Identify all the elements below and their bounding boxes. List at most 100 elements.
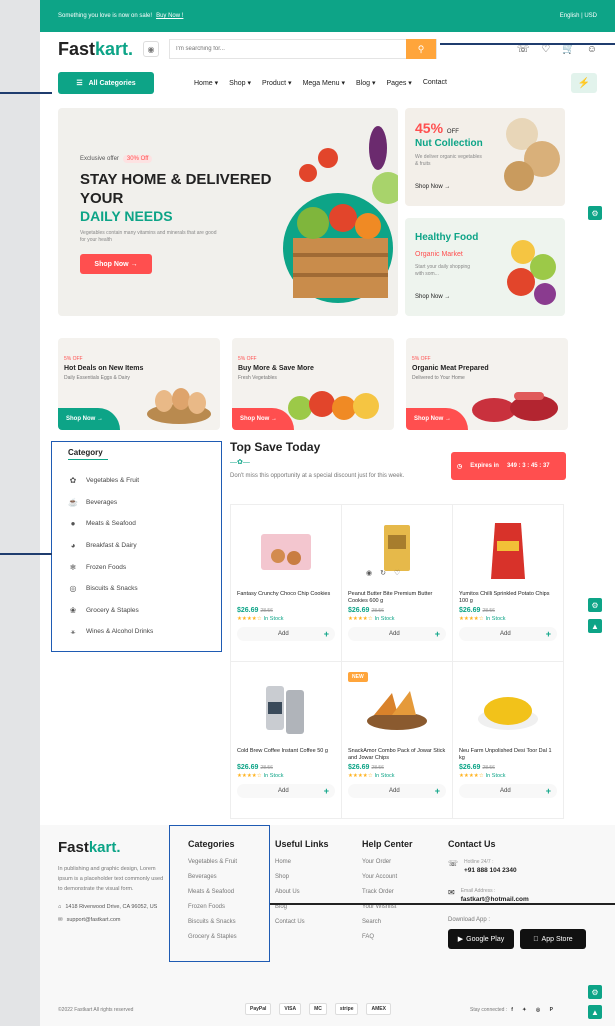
footer-help-link[interactable]: Track Order: [362, 889, 413, 904]
footer-help-link[interactable]: Your Order: [362, 859, 413, 874]
product-card[interactable]: ◉ ↻ ♡ Peanut Butter Bite Premium Butter Co…: [342, 505, 452, 661]
nav-contact[interactable]: Contact: [423, 79, 447, 87]
buy-more-banner[interactable]: 5% OFF Buy More & Save More Fresh Vegeta…: [232, 338, 394, 430]
footer-link[interactable]: Blog: [275, 904, 329, 919]
nut-collection-banner[interactable]: 45% OFF Nut Collection We deliver organi…: [405, 108, 565, 206]
nav-home[interactable]: Home ▾: [194, 79, 218, 87]
compare-icon[interactable]: ↻: [380, 569, 386, 577]
add-to-cart[interactable]: Add +: [348, 627, 446, 641]
buy-now-link[interactable]: Buy Now !: [156, 13, 183, 19]
google-play-button[interactable]: ▶ Google Play: [448, 929, 514, 949]
footer-link[interactable]: Contact Us: [275, 919, 329, 934]
hot-deals-shop-now-button[interactable]: Shop Now →: [58, 408, 120, 430]
footer-help-link[interactable]: Search: [362, 919, 413, 934]
plus-icon[interactable]: +: [546, 629, 551, 639]
footer-link[interactable]: Shop: [275, 874, 329, 889]
product-name[interactable]: Fantasy Crunchy Choco Chip Cookies: [237, 591, 335, 605]
product-card[interactable]: Yumitos Chilli Sprinkled Potato Chips 10…: [453, 505, 563, 661]
user-icon[interactable]: ☺: [587, 44, 597, 55]
product-price: $26.69 28.56: [237, 607, 273, 614]
cart-icon[interactable]: 🛒: [562, 44, 574, 55]
nut-shop-now-link[interactable]: Shop Now →: [415, 184, 450, 190]
add-to-cart[interactable]: Add +: [459, 627, 557, 641]
settings-icon[interactable]: ⚙: [588, 985, 602, 999]
plus-icon[interactable]: +: [324, 629, 329, 639]
add-to-cart[interactable]: Add +: [459, 784, 557, 798]
heart-icon[interactable]: ♡: [541, 44, 550, 55]
nav-product[interactable]: Product ▾: [262, 79, 292, 87]
healthy-shop-now-link[interactable]: Shop Now →: [415, 294, 450, 300]
add-to-cart[interactable]: Add +: [237, 784, 335, 798]
add-to-cart[interactable]: Add +: [237, 627, 335, 641]
footer-contact: Contact Us ☏ Hotline 24/7 : +91 888 104 23…: [448, 839, 608, 949]
organic-meat-banner[interactable]: 5% OFF Organic Meat Prepared Delivered t…: [406, 338, 568, 430]
footer-email[interactable]: ✉ support@fastkart.com: [58, 917, 168, 924]
language-select[interactable]: English: [560, 13, 580, 19]
product-rating: ★★★★☆ In Stock: [348, 773, 395, 779]
product-card[interactable]: Fantasy Crunchy Choco Chip Cookies $26.6…: [231, 505, 341, 661]
stripe-icon: stripe: [334, 1003, 359, 1015]
footer-link[interactable]: Home: [275, 859, 329, 874]
product-card[interactable]: Neu Farm Unpolished Desi Toor Dal 1 kg $…: [453, 662, 563, 818]
wishlist-icon[interactable]: ♡: [394, 569, 400, 577]
product-card[interactable]: Cold Brew Coffee Instant Coffee 50 g $26…: [231, 662, 341, 818]
plus-icon[interactable]: +: [546, 786, 551, 796]
search-button[interactable]: ⚲: [406, 39, 437, 59]
phone-icon[interactable]: ☏: [517, 44, 530, 55]
product-name[interactable]: Peanut Butter Bite Premium Butter Cookie…: [348, 591, 446, 605]
buy-more-shop-now-button[interactable]: Shop Now →: [232, 408, 294, 430]
product-name[interactable]: SnackAmor Combo Pack of Jowar Stick and …: [348, 748, 446, 762]
app-store-button[interactable]: App Store: [520, 929, 586, 949]
home-icon: ⌂: [58, 904, 62, 910]
currency-select[interactable]: USD: [584, 13, 597, 19]
locale-switchers: English | USD: [559, 13, 597, 19]
hero-shop-now-button[interactable]: Shop Now →: [80, 254, 152, 274]
footer-help-link[interactable]: Your Wishlist: [362, 904, 413, 919]
nav-pages[interactable]: Pages ▾: [387, 79, 412, 87]
vegetables-image: [288, 391, 379, 420]
search-input[interactable]: [170, 40, 407, 58]
nav-shop[interactable]: Shop ▾: [229, 79, 251, 87]
footer-contact-title: Contact Us: [448, 839, 496, 849]
product-actions: ◉ ↻ ♡: [366, 569, 400, 577]
organic-meat-shop-now-button[interactable]: Shop Now →: [406, 408, 468, 430]
location-icon[interactable]: ◉: [143, 41, 160, 57]
scroll-top-icon[interactable]: ▲: [588, 1005, 602, 1019]
healthy-food-banner[interactable]: Healthy Food Organic Market Start your d…: [405, 218, 565, 316]
add-to-cart[interactable]: Add +: [348, 784, 446, 798]
settings-icon[interactable]: ⚙: [588, 598, 602, 612]
vegetable-basket-image: [283, 126, 398, 303]
settings-icon[interactable]: ⚙: [588, 206, 602, 220]
scroll-top-icon[interactable]: ▲: [588, 619, 602, 633]
product-rating: ★★★★☆ In Stock: [237, 773, 284, 779]
plus-icon[interactable]: +: [435, 629, 440, 639]
logo[interactable]: Fastkart.: [58, 39, 133, 60]
product-name[interactable]: Neu Farm Unpolished Desi Toor Dal 1 kg: [459, 748, 557, 762]
mail-icon: ✉: [58, 917, 63, 923]
product-name[interactable]: Yumitos Chilli Sprinkled Potato Chips 10…: [459, 591, 557, 605]
product-image: [237, 511, 335, 591]
highlight-box-footer-categories: [169, 825, 270, 962]
top-save-desc: Don't miss this opportunity at a special…: [230, 473, 405, 479]
footer-help-link[interactable]: FAQ: [362, 934, 413, 949]
product-card[interactable]: NEW SnackAmor Combo Pack of Jowar Stick …: [342, 662, 452, 818]
social-icons[interactable]: f ✦ ◎ P: [511, 1007, 557, 1013]
exclusive-offer: Exclusive offer 30% Off: [80, 155, 153, 163]
nav-mega-menu[interactable]: Mega Menu ▾: [303, 79, 345, 87]
nav-blog[interactable]: Blog ▾: [356, 79, 375, 87]
mail-icon: ✉: [448, 888, 455, 897]
all-categories-button[interactable]: ☰ All Categories: [58, 72, 154, 94]
flash-icon[interactable]: ⚡: [571, 73, 597, 93]
footer-help-link[interactable]: Your Account: [362, 874, 413, 889]
nut-title: Nut Collection: [415, 138, 483, 149]
copyright: ©2022 Fastkart All rights reserved: [58, 1007, 134, 1013]
plus-icon[interactable]: +: [324, 786, 329, 796]
footer-logo[interactable]: Fastkart.: [58, 839, 168, 856]
eye-icon[interactable]: ◉: [366, 569, 372, 577]
plus-icon[interactable]: +: [435, 786, 440, 796]
product-name[interactable]: Cold Brew Coffee Instant Coffee 50 g: [237, 748, 335, 762]
payment-methods: PayPal VISA MC stripe AMEX: [245, 1003, 391, 1015]
main-nav: ☰ All Categories Home ▾ Shop ▾ Product ▾ …: [40, 66, 615, 100]
hot-deals-banner[interactable]: 5% OFF Hot Deals on New Items Daily Esse…: [58, 338, 220, 430]
footer-link[interactable]: About Us: [275, 889, 329, 904]
